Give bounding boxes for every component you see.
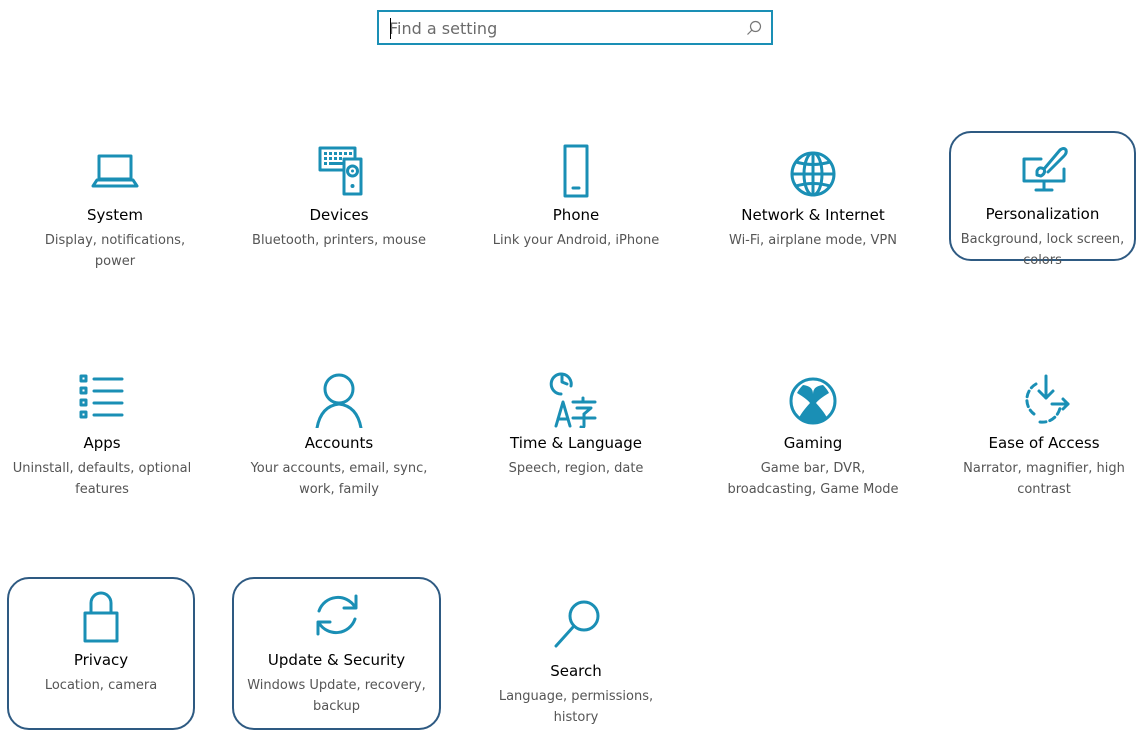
person-icon <box>315 373 363 428</box>
tile-description: Link your Android, iPhone <box>492 233 660 248</box>
tile-description: Uninstall, defaults, optional features <box>12 461 192 497</box>
tile-title: Search <box>550 662 602 680</box>
tile-description: Display, notifications, power <box>44 233 186 269</box>
tile-description: Background, lock screen, colors <box>960 232 1125 268</box>
tile-devices[interactable]: Devices Bluetooth, printers, mouse <box>239 132 439 262</box>
tile-personalization[interactable]: Personalization Background, lock screen,… <box>949 131 1136 268</box>
tile-description: Bluetooth, printers, mouse <box>252 233 426 248</box>
search-icon[interactable] <box>746 20 762 36</box>
sync-arrows-icon <box>316 594 357 636</box>
tile-time-language[interactable]: Time & Language Speech, region, date <box>476 360 676 490</box>
clock-language-icon <box>549 372 597 428</box>
tile-accounts[interactable]: Accounts Your accounts, email, sync, work… <box>239 360 439 497</box>
xbox-icon <box>789 377 837 425</box>
tile-phone[interactable]: Phone Link your Android, iPhone <box>476 132 676 262</box>
tile-title: Update & Security <box>267 651 406 669</box>
tile-gaming[interactable]: Gaming Game bar, DVR, broadcasting, Game … <box>713 360 913 497</box>
tile-title: Time & Language <box>510 434 642 452</box>
tile-title: Apps <box>83 434 121 452</box>
tile-network-internet[interactable]: Network & Internet Wi-Fi, airplane mode,… <box>713 132 913 262</box>
tile-search[interactable]: Search Language, permissions, history <box>476 588 676 725</box>
tile-description: Location, camera <box>44 678 158 693</box>
tile-update-security[interactable]: Update & Security Windows Update, recove… <box>232 577 441 730</box>
globe-icon <box>790 151 836 197</box>
lock-icon <box>83 591 119 643</box>
tile-title: Gaming <box>783 434 843 452</box>
laptop-icon <box>91 154 139 188</box>
tile-description: Game bar, DVR, broadcasting, Game Mode <box>727 461 899 497</box>
tile-ease-of-access[interactable]: Ease of Access Narrator, magnifier, high… <box>949 360 1137 497</box>
tile-description: Narrator, magnifier, high contrast <box>963 461 1125 497</box>
tile-privacy[interactable]: Privacy Location, camera <box>7 577 195 730</box>
paintbrush-monitor-icon <box>1022 147 1068 192</box>
text-caret <box>390 18 391 39</box>
tile-apps[interactable]: Apps Uninstall, defaults, optional featur… <box>2 360 202 497</box>
tile-description: Windows Update, recovery, backup <box>247 678 426 714</box>
keyboard-speaker-icon <box>318 146 363 196</box>
tile-title: System <box>87 206 143 224</box>
search-box[interactable] <box>377 10 773 45</box>
tile-system[interactable]: System Display, notifications, power <box>15 132 215 269</box>
tile-title: Devices <box>309 206 369 224</box>
tile-description: Language, permissions, history <box>498 689 654 725</box>
ease-of-access-icon <box>1025 374 1070 424</box>
app-list-icon <box>79 374 124 419</box>
phone-icon <box>563 144 589 198</box>
tile-description: Wi-Fi, airplane mode, VPN <box>729 233 897 248</box>
tile-title: Privacy <box>73 651 129 669</box>
tile-title: Personalization <box>985 205 1100 223</box>
tile-description: Your accounts, email, sync, work, family <box>250 461 428 497</box>
tile-title: Network & Internet <box>741 206 885 224</box>
search-input[interactable] <box>389 17 739 39</box>
magnifier-icon <box>554 600 600 648</box>
tile-title: Ease of Access <box>988 434 1100 452</box>
tile-description: Speech, region, date <box>508 461 644 476</box>
tile-title: Phone <box>552 206 600 224</box>
tile-title: Accounts <box>304 434 374 452</box>
